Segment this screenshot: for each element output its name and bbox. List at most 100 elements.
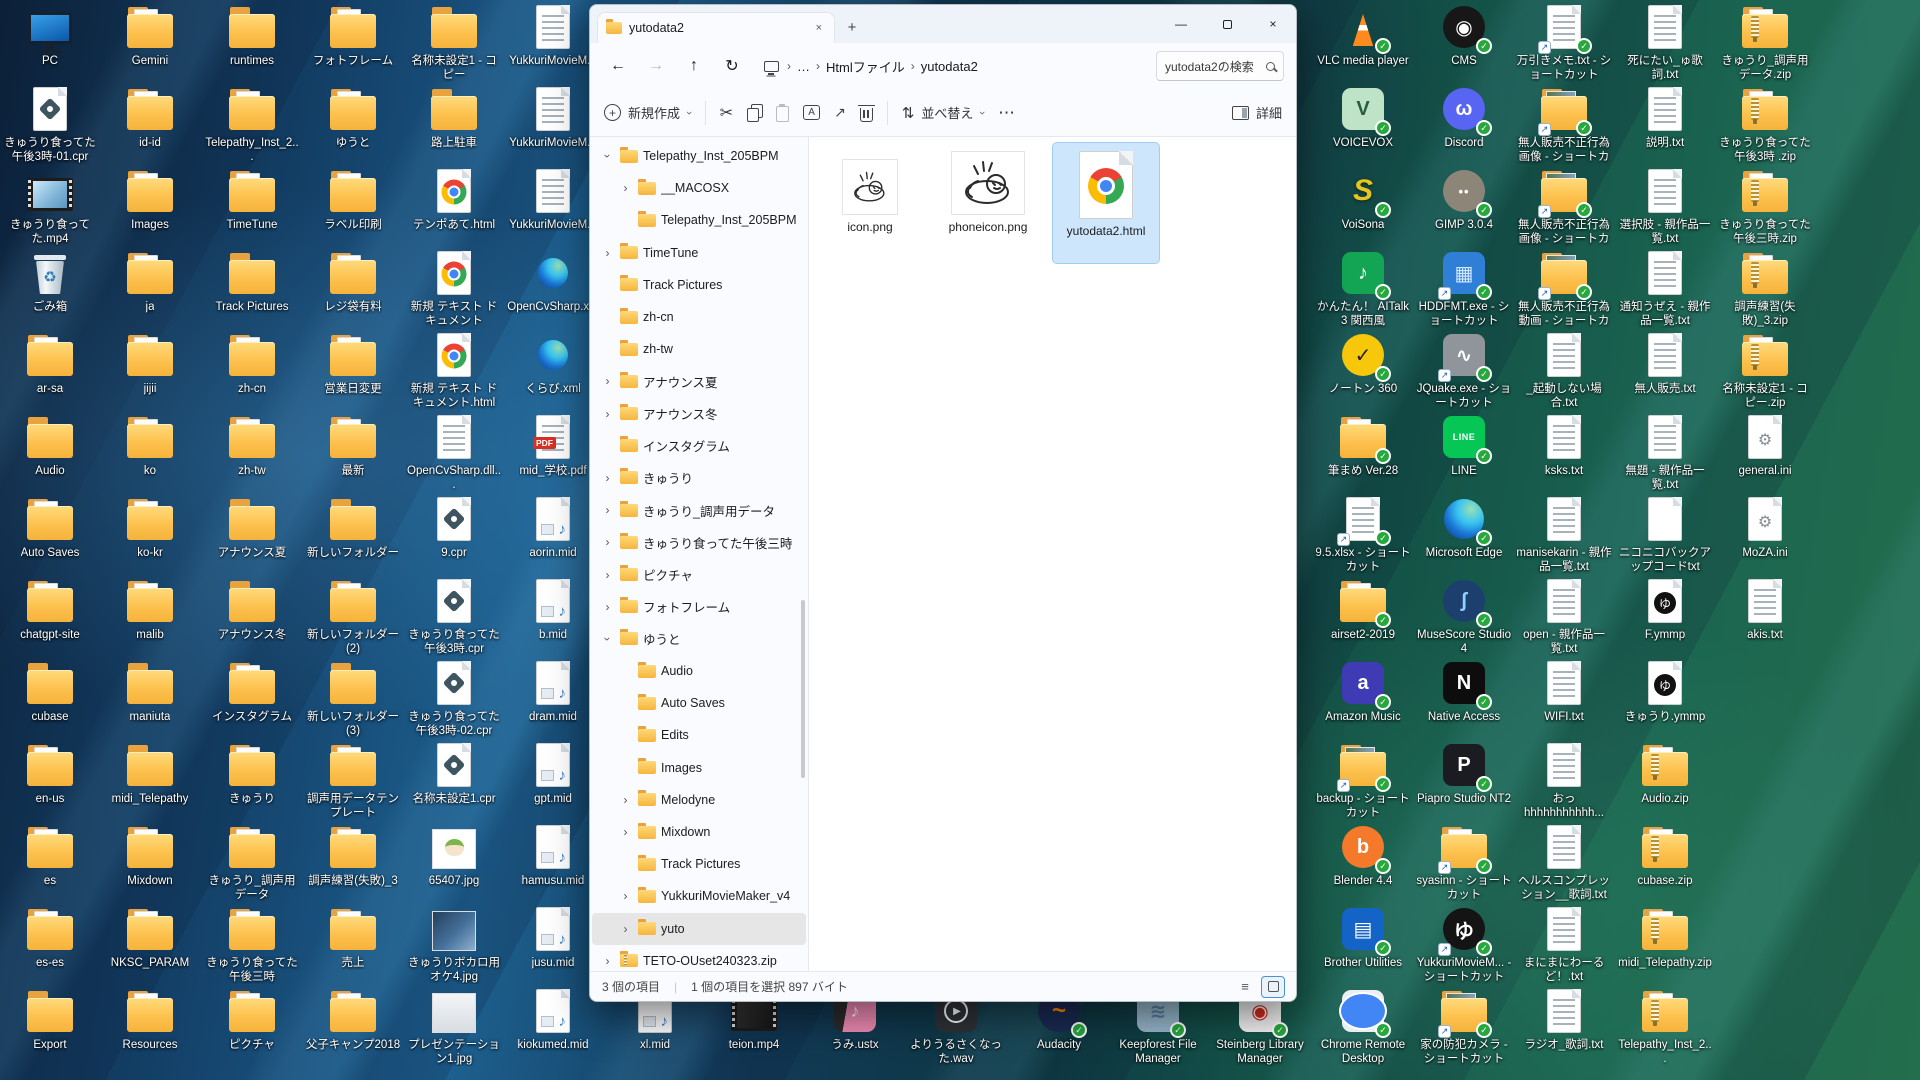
breadcrumb-ellipsis[interactable]: … <box>797 59 810 74</box>
desktop-item[interactable]: ◉ ✓ CMS <box>1416 2 1512 68</box>
desktop-item[interactable]: テンポあて.html <box>406 166 502 232</box>
desktop-item[interactable]: ↗✓無人販売不正行為動画 - ショートカット <box>1516 248 1612 329</box>
desktop-item[interactable]: Export <box>2 986 98 1052</box>
desktop-item[interactable]: b ✓ Blender 4.4 <box>1315 822 1411 888</box>
file-tile[interactable]: phoneicon.png <box>935 143 1041 263</box>
desktop-item[interactable]: くらび.xml <box>505 330 601 396</box>
chevron-icon[interactable]: › <box>600 471 615 485</box>
desktop-item[interactable]: en-us <box>2 740 98 806</box>
desktop-item[interactable]: jijii <box>102 330 198 396</box>
desktop-item[interactable]: ♪ b.mid <box>505 576 601 642</box>
desktop-item[interactable]: ko-kr <box>102 494 198 560</box>
desktop-item[interactable]: アナウンス夏 <box>204 494 300 560</box>
desktop-item[interactable]: 通知うぜえ - 親作品一覧.txt <box>1617 248 1713 328</box>
desktop-item[interactable]: 調声用データテンプレート <box>305 740 401 820</box>
desktop-item[interactable]: midi_Telepathy <box>102 740 198 806</box>
desktop-item[interactable]: Gemini <box>102 2 198 68</box>
chevron-icon[interactable]: › <box>600 246 615 260</box>
desktop-item[interactable]: きゅうり食ってた午後3時-02.cpr <box>406 658 502 738</box>
titlebar[interactable]: yutodata2 × + — × <box>590 5 1296 43</box>
forward-button[interactable]: → <box>640 51 672 81</box>
file-tile[interactable]: yutodata2.html <box>1052 142 1160 264</box>
desktop-item[interactable]: ♪ jusu.mid <box>505 904 601 970</box>
cut-button[interactable]: ✂ <box>720 103 733 123</box>
sidebar-item[interactable]: › きゅうり食ってた午後三時 <box>592 526 806 558</box>
chevron-icon[interactable]: › <box>618 181 633 195</box>
tab-yutodata2[interactable]: yutodata2 × <box>597 12 835 43</box>
desktop-item[interactable]: Audio <box>2 412 98 478</box>
desktop-item[interactable]: maniuta <box>102 658 198 724</box>
file-list[interactable]: icon.png phoneicon.png yutodata2.html <box>809 137 1296 971</box>
breadcrumb-parent[interactable]: Htmlファイル <box>826 57 905 76</box>
sidebar-item[interactable]: Track Pictures <box>592 269 806 301</box>
file-tile[interactable]: icon.png <box>817 143 923 263</box>
desktop-item[interactable]: ✓ Microsoft Edge <box>1416 494 1512 560</box>
desktop-item[interactable]: 説明.txt <box>1617 84 1713 150</box>
desktop-item[interactable]: ↗ ✓ syasinn - ショートカット <box>1416 822 1512 902</box>
scrollbar[interactable] <box>801 600 805 778</box>
desktop-item[interactable]: zh-tw <box>204 412 300 478</box>
desktop-item[interactable]: 調声練習(失敗)_3 <box>305 822 401 888</box>
desktop-item[interactable]: zh-cn <box>204 330 300 396</box>
sidebar-item[interactable]: › yuto <box>592 912 806 945</box>
desktop-item[interactable]: 名称未設定1 - コピー <box>406 2 502 82</box>
paste-button[interactable] <box>776 103 790 122</box>
desktop-item[interactable]: きゅうり食ってた午後3時.cpr <box>406 576 502 656</box>
desktop-item[interactable]: runtimes <box>204 2 300 68</box>
desktop-item[interactable]: V ✓ VOICEVOX <box>1315 84 1411 150</box>
desktop-item[interactable]: ⚙ general.ini <box>1717 412 1813 478</box>
desktop-item[interactable]: es-es <box>2 904 98 970</box>
desktop-item[interactable]: _起動しない場合.txt <box>1516 330 1612 410</box>
desktop-item[interactable]: ↗ ✓ backup - ショートカット <box>1315 740 1411 820</box>
desktop-item[interactable]: a ✓ Amazon Music <box>1315 658 1411 724</box>
desktop-item[interactable]: NKSC_PARAM <box>102 904 198 970</box>
desktop-item[interactable]: 65407.jpg <box>406 822 502 888</box>
desktop-item[interactable]: ✓ VLC media player <box>1315 2 1411 68</box>
desktop-item[interactable]: OpenCvSharp.dll... <box>406 412 502 492</box>
desktop-item[interactable]: ヘルスコンプレッション__歌詞.txt <box>1516 822 1612 902</box>
sidebar-item[interactable]: › フォトフレーム <box>592 591 806 623</box>
desktop-item[interactable]: フォトフレーム <box>305 2 401 68</box>
desktop-item[interactable]: 無人販売.txt <box>1617 330 1713 396</box>
copy-button[interactable] <box>747 104 764 122</box>
desktop-item[interactable]: TimeTune <box>204 166 300 232</box>
desktop-item[interactable]: ʃ ✓ MuseScore Studio 4 <box>1416 576 1512 656</box>
desktop-item[interactable]: OpenCvSharp.x... <box>505 248 601 314</box>
tab-close-icon[interactable]: × <box>812 21 826 35</box>
desktop-item[interactable]: ✓ airset2-2019 <box>1315 576 1411 642</box>
sidebar-item[interactable]: › きゅうり_調声用データ <box>592 494 806 526</box>
desktop-item[interactable]: 9.cpr <box>406 494 502 560</box>
chevron-icon[interactable]: › <box>600 535 615 549</box>
desktop-item[interactable]: 新しいフォルダー <box>305 494 401 560</box>
share-button[interactable]: ↗ <box>834 104 846 121</box>
desktop-item[interactable]: 死にたい_ゅ歌詞.txt <box>1617 2 1713 82</box>
desktop-item[interactable]: きゅうりボカロ用オケ4.jpg <box>406 904 502 984</box>
desktop-item[interactable]: 父子キャンプ2018 <box>305 986 401 1052</box>
chevron-icon[interactable]: › <box>601 631 615 646</box>
sidebar-item[interactable]: Auto Saves <box>592 687 806 719</box>
desktop-item[interactable]: P ✓ Piapro Studio NT2 <box>1416 740 1512 806</box>
desktop-item[interactable]: LINE ✓ LINE <box>1416 412 1512 478</box>
desktop-item[interactable]: ゆ F.ymmp <box>1617 576 1713 642</box>
desktop-item[interactable]: YukkuriMovieM... <box>505 84 601 150</box>
close-button[interactable]: × <box>1250 5 1296 43</box>
desktop-item[interactable]: Auto Saves <box>2 494 98 560</box>
sidebar-item[interactable]: › TimeTune <box>592 237 806 269</box>
desktop-item[interactable]: id-id <box>102 84 198 150</box>
desktop-item[interactable]: ラベル印刷 <box>305 166 401 232</box>
desktop-item[interactable]: 営業日変更 <box>305 330 401 396</box>
sidebar-item[interactable]: Telepathy_Inst_205BPM <box>592 204 806 236</box>
desktop-item[interactable]: cubase.zip <box>1617 822 1713 888</box>
desktop-item[interactable]: 選択肢 - 親作品一覧.txt <box>1617 166 1713 246</box>
desktop-item[interactable]: きゅうり <box>204 740 300 806</box>
desktop-item[interactable]: ω ✓ Discord <box>1416 84 1512 150</box>
desktop-item[interactable]: 名称未設定1 - コピー.zip <box>1717 330 1813 410</box>
details-view-icon[interactable]: ≡ <box>1234 977 1256 997</box>
desktop-item[interactable]: PDF mid_学校.pdf <box>505 412 601 478</box>
chevron-icon[interactable]: › <box>601 149 615 164</box>
desktop-item[interactable]: きゅうり食ってた午後3時 .zip <box>1717 84 1813 164</box>
desktop-item[interactable]: 新規 テキスト ドキュメント (2).html <box>406 248 502 329</box>
desktop-item[interactable]: きゅうり食ってた午後三時.zip <box>1717 166 1813 246</box>
chevron-icon[interactable]: › <box>618 825 633 839</box>
sidebar-item[interactable]: › TETO-OUset240323.zip <box>592 945 806 971</box>
